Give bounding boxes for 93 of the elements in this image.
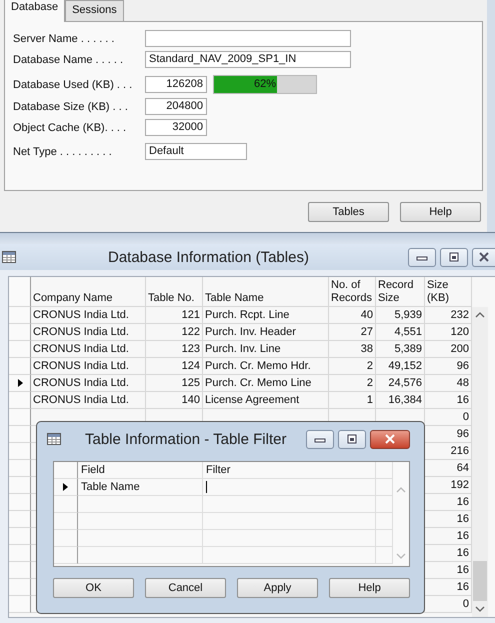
field-label: Database Used (KB) . . .: [13, 78, 134, 90]
header-corner: [54, 462, 78, 479]
scroll-thumb[interactable]: [473, 561, 487, 601]
field-label: Database Size (KB) . . .: [13, 100, 129, 112]
table-cell: 16,384: [376, 392, 425, 409]
table-cell: CRONUS India Ltd.: [31, 307, 146, 324]
progress-reading: 62%: [252, 78, 278, 90]
minimize-button[interactable]: [408, 248, 436, 266]
empty-cell: [376, 547, 393, 564]
table-cell: 2: [329, 375, 376, 392]
column-header[interactable]: Table Name: [203, 277, 329, 307]
field-label: Server Name . . . . . .: [13, 32, 116, 44]
table-cell: Table Name: [78, 479, 203, 496]
table-cell: Purch. Cr. Memo Line: [203, 375, 329, 392]
dialog-title: Table Information - Table Filter: [85, 430, 288, 448]
table-cell: CRONUS India Ltd.: [31, 324, 146, 341]
table-cell: 24,576: [376, 375, 425, 392]
input-field[interactable]: 204800: [145, 98, 207, 115]
table-cell: 2: [329, 358, 376, 375]
table-cell: 124: [146, 358, 203, 375]
table-cell: 49,152: [376, 358, 425, 375]
filter-cell[interactable]: [203, 530, 376, 547]
column-header[interactable]: No. of Records: [329, 277, 376, 307]
row-selector[interactable]: [54, 479, 78, 496]
field-label: Object Cache (KB). . . .: [13, 122, 128, 134]
dialog-button[interactable]: Apply: [237, 578, 318, 598]
dialog-button[interactable]: Cancel: [145, 578, 226, 598]
field-label: Net Type . . . . . . . . .: [13, 146, 113, 158]
filter-cell[interactable]: [203, 479, 376, 496]
dialog-button[interactable]: Tables: [308, 202, 389, 222]
filter-cell[interactable]: [203, 513, 376, 530]
table-cell: 5,939: [376, 307, 425, 324]
input-field[interactable]: [145, 30, 351, 47]
close-icon: [478, 252, 490, 262]
column-header[interactable]: Field: [78, 462, 203, 479]
table-icon: [47, 433, 61, 445]
tab[interactable]: Database: [4, 0, 66, 22]
input-field[interactable]: 32000: [145, 119, 207, 136]
input-field[interactable]: Default: [145, 143, 247, 160]
maximize-icon: [448, 252, 460, 262]
dialog-button[interactable]: Help: [400, 202, 481, 222]
table-cell: CRONUS India Ltd.: [31, 392, 146, 409]
empty-cell: [376, 530, 393, 547]
table-cell: 38: [329, 341, 376, 358]
close-button[interactable]: [472, 248, 495, 266]
minimize-button[interactable]: [306, 430, 334, 448]
table-icon: [2, 251, 16, 263]
scroll-down-icon[interactable]: [475, 605, 485, 613]
field-label: Database Name . . . . .: [13, 54, 124, 66]
text-cursor: [206, 481, 207, 493]
table-cell: 122: [146, 324, 203, 341]
dialog-button[interactable]: OK: [53, 578, 134, 598]
row-selector[interactable]: [9, 375, 31, 392]
table-cell: 140: [146, 392, 203, 409]
table-cell: 1: [329, 392, 376, 409]
maximize-button[interactable]: [338, 430, 366, 448]
table-cell: 121: [146, 307, 203, 324]
table-cell: CRONUS India Ltd.: [31, 358, 146, 375]
table-cell: 4,551: [376, 324, 425, 341]
table-cell: Purch. Rcpt. Line: [203, 307, 329, 324]
column-header[interactable]: Size (KB): [425, 277, 472, 307]
column-header[interactable]: Record Size: [376, 277, 425, 307]
close-icon: [384, 434, 396, 444]
scroll-up-icon[interactable]: [475, 311, 485, 319]
table-cell: CRONUS India Ltd.: [31, 375, 146, 392]
column-header[interactable]: Company Name: [31, 277, 146, 307]
table-cell: Purch. Cr. Memo Hdr.: [203, 358, 329, 375]
table-cell: 40: [329, 307, 376, 324]
empty-cell: [376, 479, 393, 496]
scrollbar[interactable]: [472, 307, 488, 617]
table-cell: CRONUS India Ltd.: [31, 341, 146, 358]
column-header[interactable]: Table No.: [146, 277, 203, 307]
table-cell: Purch. Inv. Line: [203, 341, 329, 358]
input-field[interactable]: Standard_NAV_2009_SP1_IN: [145, 51, 351, 68]
column-header[interactable]: Filter: [203, 462, 376, 479]
empty-cell: [376, 513, 393, 530]
table-cell: 125: [146, 375, 203, 392]
table-cell: 27: [329, 324, 376, 341]
filter-cell[interactable]: [203, 547, 376, 564]
table-cell: 123: [146, 341, 203, 358]
dialog-button[interactable]: Help: [329, 578, 410, 598]
tab[interactable]: Sessions: [65, 0, 124, 21]
input-field[interactable]: 126208: [145, 76, 207, 93]
maximize-icon: [346, 434, 358, 444]
maximize-button[interactable]: [440, 248, 468, 266]
table-cell: License Agreement: [203, 392, 329, 409]
table-cell: 5,389: [376, 341, 425, 358]
filter-cell[interactable]: [203, 496, 376, 513]
empty-cell: [376, 462, 393, 479]
close-button[interactable]: [370, 430, 410, 448]
table-cell: Purch. Inv. Header: [203, 324, 329, 341]
window-title: Database Information (Tables): [108, 248, 310, 266]
empty-cell: [376, 496, 393, 513]
